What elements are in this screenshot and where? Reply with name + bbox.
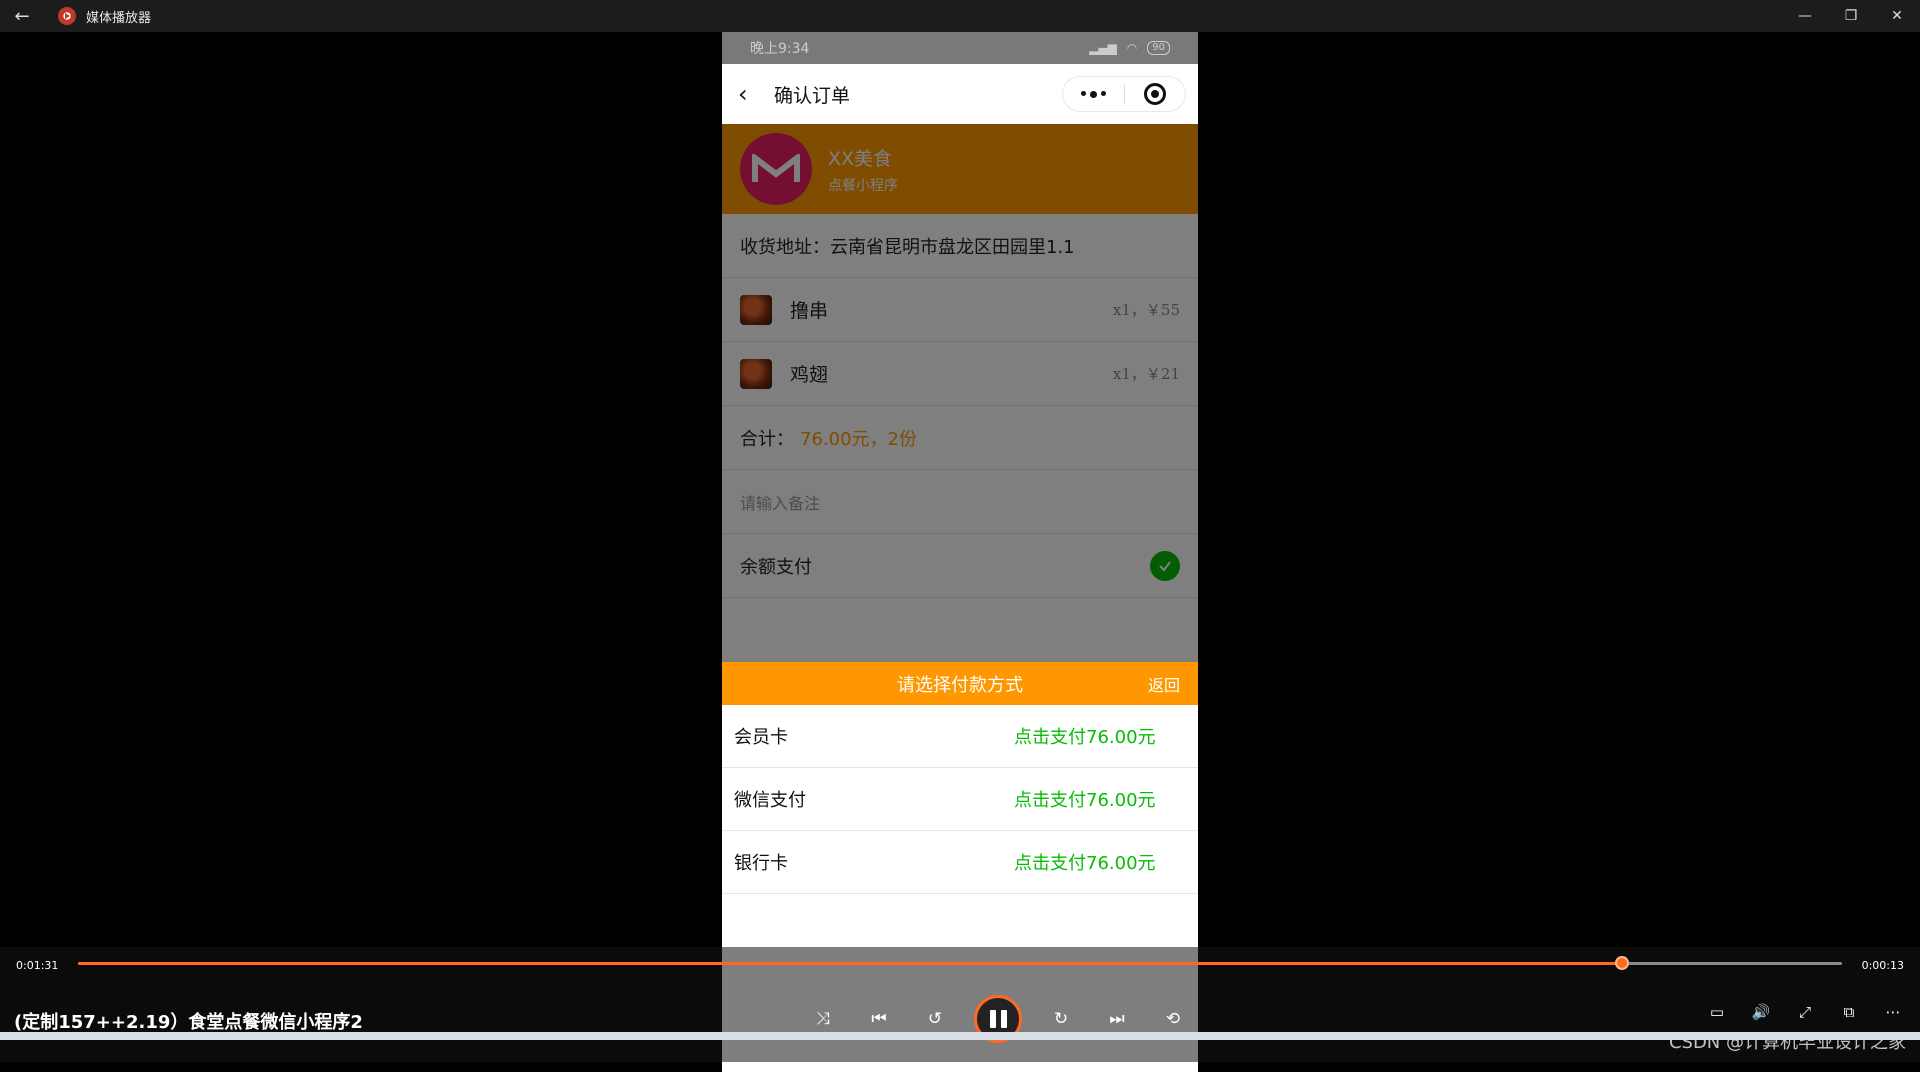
close-target-icon[interactable] bbox=[1125, 83, 1186, 105]
sheet-title: 请选择付款方式 bbox=[897, 674, 1023, 696]
battery-icon: 90 bbox=[1147, 41, 1170, 55]
method-name: 银行卡 bbox=[734, 853, 788, 874]
remaining-time: 0:00:13 bbox=[1861, 959, 1904, 972]
capsule-menu bbox=[1062, 76, 1186, 112]
seek-bar-fill bbox=[78, 962, 1622, 965]
window-title: 媒体播放器 bbox=[86, 10, 152, 26]
phone-screen: 晚上9:34 ▂▄▆ ◠ 90 ‹ 确认订单 XX美食 bbox=[722, 32, 1198, 1072]
method-name: 微信支付 bbox=[734, 790, 806, 811]
nav-back-icon[interactable]: ‹ bbox=[738, 80, 764, 108]
volume-icon[interactable]: 🔊 bbox=[1748, 999, 1774, 1025]
back-arrow-icon[interactable]: ← bbox=[0, 0, 44, 32]
previous-icon[interactable]: ⏮ bbox=[862, 1002, 896, 1036]
close-button[interactable]: ✕ bbox=[1874, 0, 1920, 32]
status-time: 晚上9:34 bbox=[750, 41, 810, 57]
media-player-logo-icon bbox=[58, 7, 76, 25]
minimize-button[interactable]: — bbox=[1782, 0, 1828, 32]
window-controls: — ❐ ✕ bbox=[1782, 0, 1920, 32]
pay-button[interactable]: 点击支付76.00元 bbox=[1014, 723, 1156, 749]
shuffle-icon[interactable]: ⤨ bbox=[806, 1002, 840, 1036]
payment-method-sheet: 请选择付款方式 返回 会员卡 点击支付76.00元 微信支付 点击支付76.00… bbox=[722, 662, 1198, 948]
restore-button[interactable]: ❐ bbox=[1828, 0, 1874, 32]
player-controls: 0:01:31 0:00:13 (定制157++2.19）食堂点餐微信小程序2 … bbox=[0, 947, 1920, 1062]
taskbar-strip bbox=[0, 1032, 1920, 1040]
fullscreen-icon[interactable]: ⤢ bbox=[1792, 999, 1818, 1025]
modal-overlay[interactable] bbox=[722, 124, 1198, 724]
phone-status-bar: 晚上9:34 ▂▄▆ ◠ 90 bbox=[722, 32, 1198, 64]
payment-method-bank-card[interactable]: 银行卡 点击支付76.00元 bbox=[722, 831, 1198, 894]
sheet-header: 请选择付款方式 返回 bbox=[722, 662, 1198, 705]
title-bar: ← 媒体播放器 — ❐ ✕ bbox=[0, 0, 1920, 32]
video-area[interactable]: 晚上9:34 ▂▄▆ ◠ 90 ‹ 确认订单 XX美食 bbox=[0, 32, 1920, 1072]
subtitles-icon[interactable]: ▭ bbox=[1704, 999, 1730, 1025]
forward-30-icon[interactable]: ↻ bbox=[1044, 1002, 1078, 1036]
pay-button[interactable]: 点击支付76.00元 bbox=[1014, 786, 1156, 812]
more-options-icon[interactable]: ⋯ bbox=[1880, 999, 1906, 1025]
wifi-icon: ◠ bbox=[1126, 41, 1138, 55]
mini-program-nav-bar: ‹ 确认订单 bbox=[722, 64, 1198, 124]
seek-bar[interactable] bbox=[78, 956, 1842, 970]
mini-player-icon[interactable]: ⧉ bbox=[1836, 999, 1862, 1025]
repeat-off-icon[interactable]: ⟲ bbox=[1156, 1002, 1190, 1036]
more-dots-icon[interactable] bbox=[1063, 90, 1124, 98]
sheet-back-button[interactable]: 返回 bbox=[1148, 672, 1180, 696]
video-title: (定制157++2.19）食堂点餐微信小程序2 bbox=[14, 1012, 363, 1033]
method-name: 会员卡 bbox=[734, 727, 788, 748]
next-icon[interactable]: ⏭ bbox=[1100, 1002, 1134, 1036]
pay-button[interactable]: 点击支付76.00元 bbox=[1014, 849, 1156, 875]
seek-knob[interactable] bbox=[1614, 956, 1629, 970]
signal-icon: ▂▄▆ bbox=[1089, 41, 1117, 55]
payment-method-membership[interactable]: 会员卡 点击支付76.00元 bbox=[722, 705, 1198, 768]
elapsed-time: 0:01:31 bbox=[16, 959, 59, 972]
order-content: XX美食 点餐小程序 收货地址：云南省昆明市盘龙区田园里1.1 撸串 x1，￥5… bbox=[722, 124, 1198, 724]
payment-method-wechat[interactable]: 微信支付 点击支付76.00元 bbox=[722, 768, 1198, 831]
rewind-10-icon[interactable]: ↺ bbox=[918, 1002, 952, 1036]
page-title: 确认订单 bbox=[774, 84, 851, 107]
player-right-controls: ▭ 🔊 ⤢ ⧉ ⋯ bbox=[1704, 999, 1906, 1025]
